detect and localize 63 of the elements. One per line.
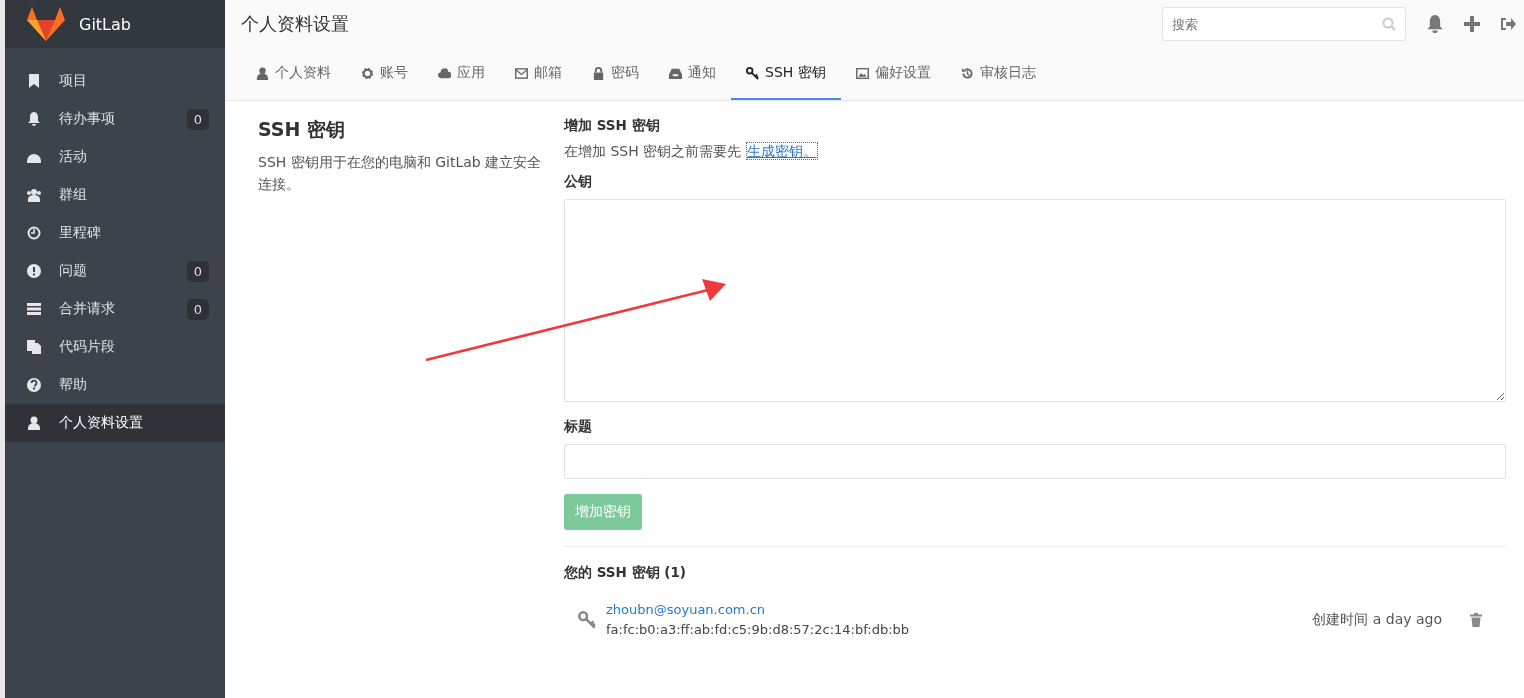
users-icon [27, 188, 41, 202]
search-icon [1382, 17, 1396, 31]
field-label: 标题 [564, 418, 592, 436]
envelope-icon [515, 66, 528, 80]
sign-out-icon[interactable] [1500, 17, 1516, 31]
page-title: 个人资料设置 [241, 12, 350, 36]
key-fingerprint: fa:fc:b0:a3:ff:ab:fd:c5:9b:d8:57:2c:14:bf:db:bb [606, 622, 911, 637]
created-time: 创建时间 a day ago [1312, 610, 1442, 629]
bell-icon[interactable] [1426, 15, 1444, 33]
sidebar-item[interactable]: 待办事项 0 [5, 100, 225, 138]
settings-tab[interactable]: 个人资料 [241, 48, 346, 100]
plus-icon[interactable] [1464, 16, 1480, 32]
sidebar-item[interactable]: 个人资料设置 [5, 404, 225, 442]
sidebar-item[interactable]: 合并请求 0 [5, 290, 225, 328]
sidebar-item[interactable]: 帮助 [5, 366, 225, 404]
settings-tab[interactable]: SSH 密钥 [731, 48, 841, 100]
settings-tab[interactable]: 应用 [423, 48, 500, 100]
question-icon [27, 378, 41, 392]
form-heading: 增加 SSH 密钥 [564, 117, 660, 135]
user-icon [27, 416, 41, 430]
search-field[interactable]: 搜索 [1162, 7, 1406, 41]
clock-icon [27, 226, 41, 240]
public-key-field[interactable] [564, 199, 1506, 402]
count-badge: 0 [186, 108, 209, 130]
key-icon [746, 66, 759, 80]
sidebar-item[interactable]: 项目 [5, 62, 225, 100]
copy-icon [27, 340, 41, 354]
section-title: SSH 密钥 [258, 117, 347, 142]
cloud-icon [438, 66, 451, 80]
key-name-link[interactable]: zhoubn@soyuan.com.cn [606, 602, 1303, 617]
settings-tab[interactable]: 偏好设置 [840, 48, 946, 100]
sidebar-item[interactable]: 代码片段 [5, 328, 225, 366]
trash-icon[interactable] [1470, 612, 1482, 627]
exclamation-icon [27, 264, 41, 278]
hint-text: 在增加 SSH 密钥之前需要先 生成密钥。 [564, 143, 818, 161]
count-badge: 0 [186, 298, 209, 320]
settings-tab[interactable]: 密码 [577, 48, 654, 100]
lock-icon [592, 66, 605, 80]
settings-tab[interactable]: 通知 [654, 48, 731, 100]
history-icon [960, 66, 974, 80]
field-label: 公钥 [564, 173, 592, 191]
sidebar-item[interactable]: 里程碑 [5, 214, 225, 252]
count-badge: 0 [186, 260, 209, 282]
sidebar-item[interactable]: 活动 [5, 138, 225, 176]
user-icon [256, 66, 269, 80]
keys-heading: 您的 SSH 密钥 (1) [564, 564, 686, 582]
title-field[interactable] [564, 444, 1506, 479]
generate-key-link[interactable]: 生成密钥。 [745, 142, 818, 160]
image-icon [855, 66, 869, 80]
settings-tab[interactable]: 邮箱 [500, 48, 577, 100]
sidebar-item[interactable]: 问题 0 [5, 252, 225, 290]
section-description: SSH 密钥用于在您的电脑和 GitLab 建立安全连接。 [258, 153, 543, 194]
bell-icon [27, 112, 41, 126]
gear-icon [361, 66, 374, 80]
sidebar-item[interactable]: 群组 [5, 176, 225, 214]
key-icon [578, 610, 596, 629]
stack-icon [27, 302, 41, 316]
settings-tab[interactable]: 账号 [346, 48, 423, 100]
brand-name: GitLab [79, 14, 131, 34]
inbox-icon [669, 66, 682, 80]
settings-tab[interactable]: 审核日志 [945, 48, 1051, 100]
fox-logo-icon [27, 7, 65, 41]
bookmark-icon [27, 74, 41, 88]
